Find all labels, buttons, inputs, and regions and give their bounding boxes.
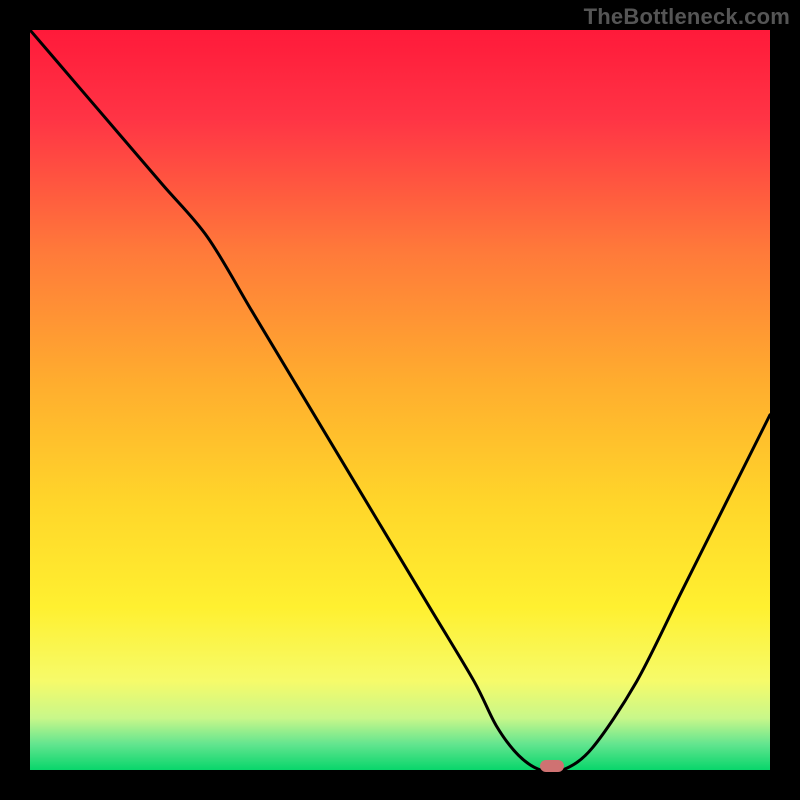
plot-area [30,30,770,770]
chart-frame: TheBottleneck.com [0,0,800,800]
watermark-text: TheBottleneck.com [584,4,790,30]
bottleneck-curve [30,30,770,770]
optimum-marker [540,760,564,772]
